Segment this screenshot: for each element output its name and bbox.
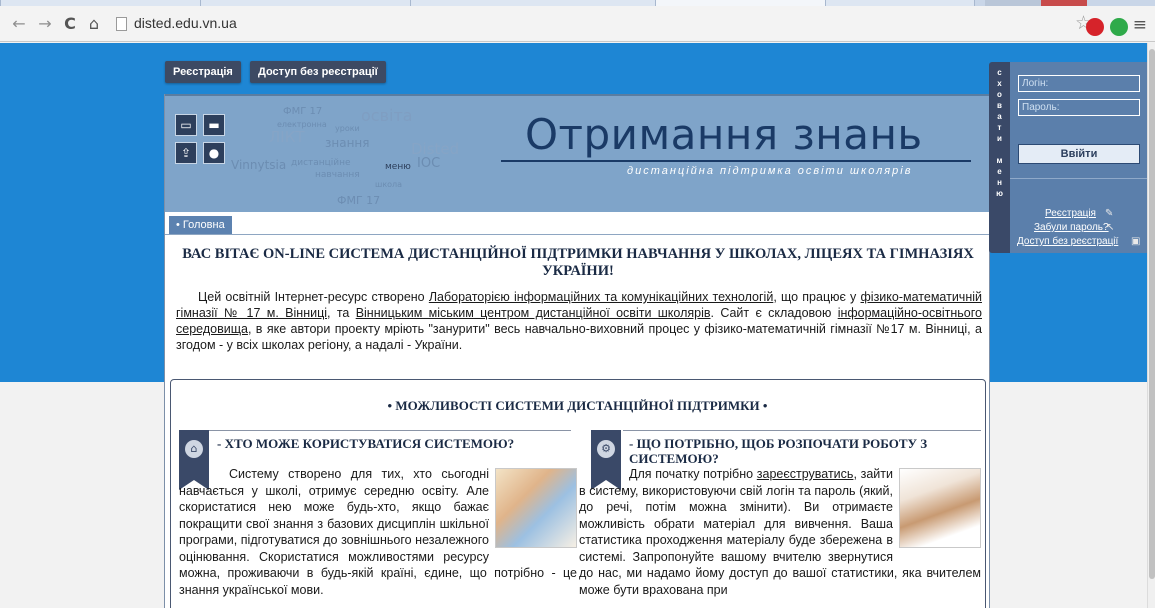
lab-link[interactable]: Лабораторією інформаційних та комунікаці… [429,290,773,304]
classroom-photo [495,468,577,548]
tab-letter: и [997,134,1002,143]
sidebar-guest-link[interactable]: Доступ без реєстрації [1017,236,1118,247]
book-icon: ▭ [175,114,197,136]
monitor-icon: ▬ [203,114,225,136]
tab-letter: о [997,90,1002,99]
login-field[interactable]: Логін: [1018,75,1140,92]
panel-divider [1010,178,1147,179]
center-link[interactable]: Вінницьким міським центром дистанційної … [356,306,711,320]
web-page: Реєстрація Доступ без реєстрації ▭ ▬ ⇪ ●… [0,43,1147,608]
cloud-word: знання [325,136,370,150]
extension-icon[interactable] [1086,18,1104,36]
cloud-word: Vinnytsia [231,158,287,172]
guest-access-button[interactable]: Доступ без реєстрації [250,61,386,83]
tab-letter [989,144,1010,155]
tab-letter: а [997,112,1002,121]
tab-letter: ю [996,189,1003,198]
upload-icon: ⇪ [175,142,197,164]
cloud-word: дистанційне [291,158,351,168]
chrome-menu-icon[interactable]: ≡ [1133,15,1147,35]
tab-letter: в [997,101,1002,110]
left-column-text: Систему створено для тих, хто сьогодні н… [179,466,577,598]
reload-icon[interactable]: C [61,12,79,36]
intro-text: , та [327,306,356,320]
cloud-word: уроки [335,124,360,133]
cloud-word: ФМГ 17 [283,106,323,117]
cloud-word: школа [375,180,403,189]
intro-text: , в яке автори проекту мріють "занурити"… [176,322,982,352]
tab-letter: т [997,123,1002,132]
right-text-pre: Для початку потрібно [629,467,757,481]
home-bookmark-icon: ⌂ [185,440,203,458]
cloud-word: навчання [315,170,360,180]
login-button[interactable]: Ввійти [1018,144,1140,164]
cloud-word: ФМГ 17 [337,194,381,207]
gear-bookmark-icon: ⚙ [597,440,615,458]
home-icon[interactable]: ⌂ [85,12,103,36]
register-link[interactable]: зареєструватись [757,467,854,481]
intro-paragraph: Цей освітній Інтернет-ресурс створено Ла… [176,289,982,353]
title-underline [501,160,971,162]
features-box: • МОЖЛИВОСТІ СИСТЕМИ ДИСТАНЦІЙНОЇ ПІДТРИ… [170,379,986,608]
cursor-icon: ↖ [1106,222,1115,233]
tab-letter: м [996,156,1003,165]
site-banner: ▭ ▬ ⇪ ● ФМГ 17 освіта електронна уроки Л… [165,94,989,212]
banner-tagline: дистанційна підтримка освіти школярів [627,165,913,177]
teacher-photo [899,468,981,548]
intro-text: Цей освітній Інтернет-ресурс створено [198,290,429,304]
cloud-word: освіта [361,106,413,125]
cloud-word: меню [385,162,411,172]
tab-letter: н [997,178,1002,187]
banner-icon-grid: ▭ ▬ ⇪ ● [175,114,227,166]
intro-text: . Сайт є складовою [710,306,838,320]
vertical-scrollbar[interactable] [1147,43,1155,608]
register-button[interactable]: Реєстрація [165,61,241,83]
back-icon[interactable]: ← [10,12,28,36]
tab-letter: х [997,79,1002,88]
banner-title: Отримання знань [525,110,923,159]
right-column-text: Для початку потрібно зареєструватись, за… [579,466,981,598]
breadcrumb-home[interactable]: • Головна [169,216,232,234]
pencil-icon: ✎ [1105,208,1114,219]
tab-letter: с [997,68,1002,77]
scroll-thumb[interactable] [1149,49,1155,579]
right-heading-line [623,430,981,431]
url-text[interactable]: disted.edu.vn.ua [134,15,237,31]
hide-menu-tab[interactable]: с х о в а т и м е н ю [989,62,1010,253]
sidebar-register-link[interactable]: Реєстрація [1045,208,1096,219]
left-heading-line [209,430,571,431]
extension-icon[interactable] [1110,18,1128,36]
cloud-word: IOC [417,156,441,171]
login-panel: Логін: Пароль: Ввійти Реєстрація ✎ Забул… [1010,62,1147,253]
features-title: • МОЖЛИВОСТІ СИСТЕМИ ДИСТАНЦІЙНОЇ ПІДТРИ… [387,398,768,413]
tab-letter: е [997,167,1002,176]
address-bar[interactable]: disted.edu.vn.ua ☆ [108,10,1098,38]
breadcrumb-divider [165,234,989,235]
lock-icon: ▣ [1131,236,1141,247]
right-column-title: - ЩО ПОТРІБНО, ЩОБ РОЗПОЧАТИ РОБОТУ З СИ… [629,436,928,466]
password-field[interactable]: Пароль: [1018,99,1140,116]
forgot-password-link[interactable]: Забули пароль? [1034,222,1109,233]
left-column-title: - ХТО МОЖЕ КОРИСТУВАТИСЯ СИСТЕМОЮ? [217,436,515,451]
cloud-word: ЛІКТ [269,128,305,146]
intro-text: , що працює у [773,290,861,304]
page-icon [116,17,127,31]
welcome-heading: ВАС ВІТАЄ ON-LINE СИСТЕМА ДИСТАНЦІЙНОЇ П… [182,246,974,279]
browser-toolbar: ← → C ⌂ disted.edu.vn.ua ☆ ≡ [0,6,1155,42]
globe-icon: ● [203,142,225,164]
forward-icon[interactable]: → [36,12,54,36]
main-content: ▭ ▬ ⇪ ● ФМГ 17 освіта електронна уроки Л… [164,94,990,608]
